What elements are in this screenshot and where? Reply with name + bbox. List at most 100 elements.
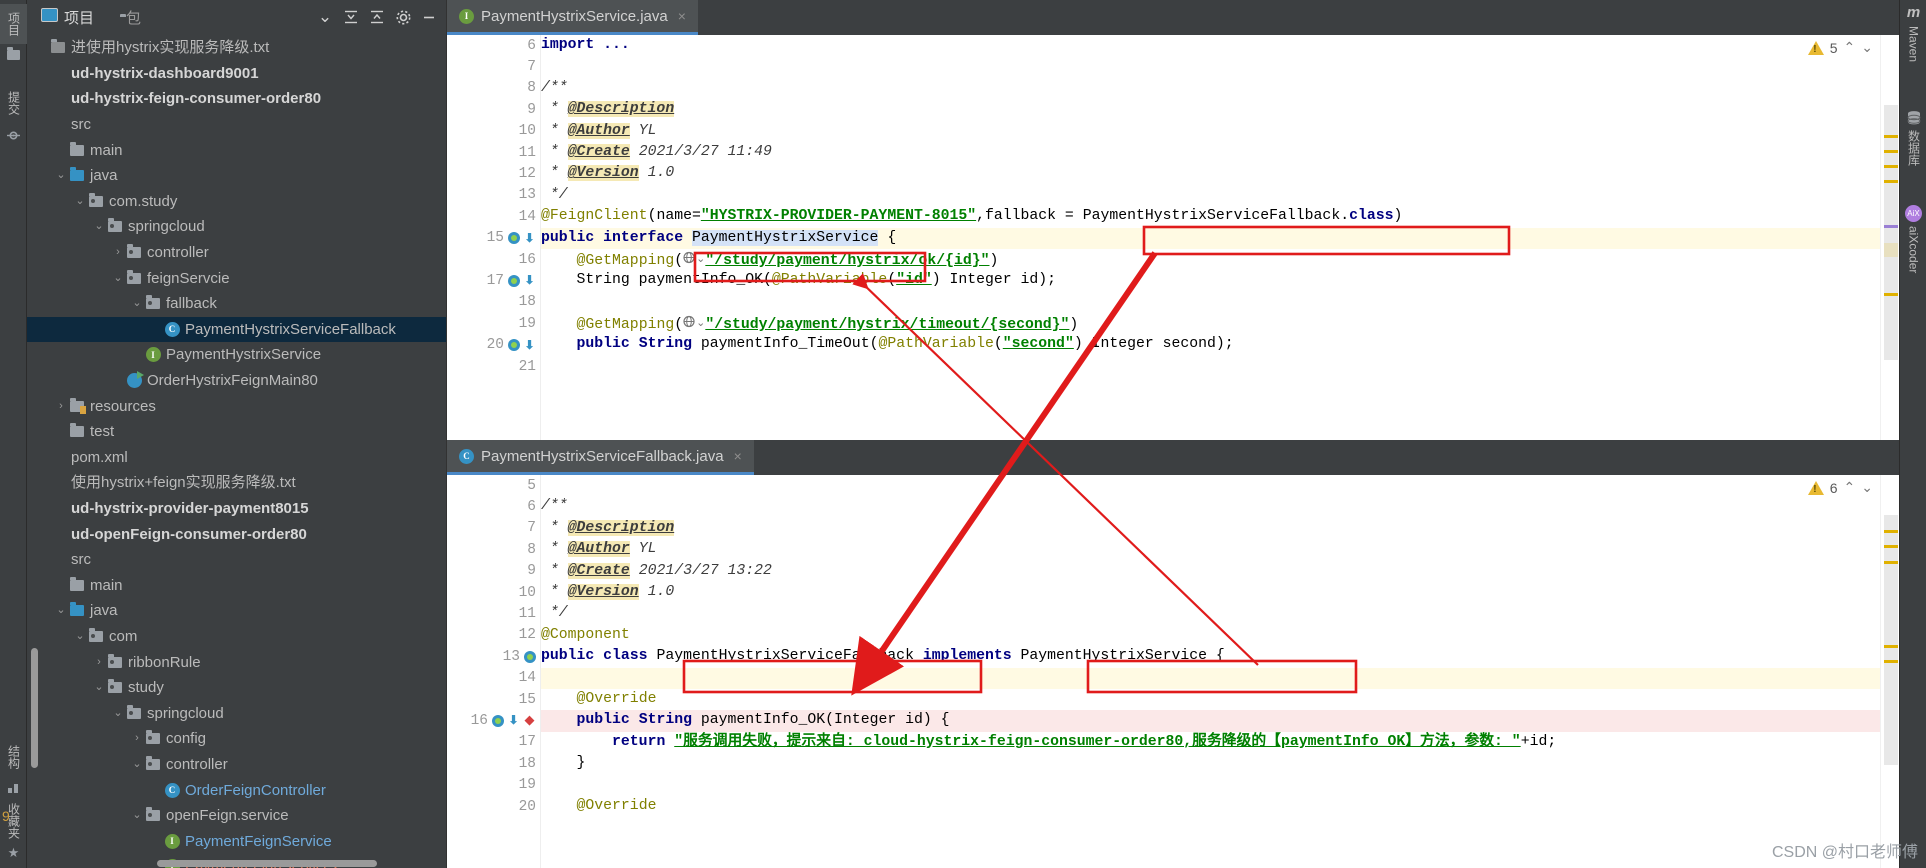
project-view-tab[interactable]: 项目 <box>35 5 100 30</box>
tree-item[interactable]: OrderHystrixFeignMain80 <box>27 368 446 394</box>
code-line[interactable]: @FeignClient(name="HYSTRIX-PROVIDER-PAYM… <box>541 206 1880 227</box>
chevron-down-icon[interactable]: ⌄ <box>73 195 87 207</box>
code-line[interactable]: * @Version 1.0 <box>541 582 1880 603</box>
tree-item[interactable]: 进使用hystrix实现服务降级.txt <box>27 35 446 61</box>
code-line[interactable]: * @Author YL <box>541 121 1880 142</box>
tree-item[interactable]: › resources <box>27 393 446 419</box>
next-problem-icon[interactable]: ⌄ <box>1861 39 1873 56</box>
code-view-top[interactable]: 6 7 8 9 10 11 12 13 14 15 ⬇ 16 17 ⬇ 18 19 20 ⬇ 21 import .… <box>447 35 1899 440</box>
implemented-method-gutter-icon[interactable] <box>523 650 536 663</box>
chevron-down-icon[interactable]: ⌄ <box>73 630 87 642</box>
hide-panel-icon[interactable] <box>418 6 440 28</box>
star-icon[interactable]: ★ <box>0 844 27 862</box>
chevron-down-icon[interactable]: ⌄ <box>314 6 336 28</box>
sidebar-item-structure[interactable]: 结构 <box>0 736 27 778</box>
next-problem-icon[interactable]: ⌄ <box>1861 479 1873 496</box>
implemented-method-gutter-icon[interactable] <box>507 339 520 352</box>
code-line[interactable]: String paymentInfo_OK(@PathVariable("id"… <box>541 270 1880 291</box>
implemented-method-gutter-icon[interactable] <box>491 714 504 727</box>
chevron-down-icon[interactable]: ⌄ <box>130 758 144 770</box>
code-line[interactable]: /** <box>541 496 1880 517</box>
database-tool-label[interactable]: 数据库 <box>1907 130 1921 166</box>
tree-item[interactable]: ⌄ springcloud <box>27 214 446 240</box>
tree-item[interactable]: ⌄ openFeign.service <box>27 803 446 829</box>
tree-item[interactable]: ⌄ com.study <box>27 189 446 215</box>
code-view-bottom[interactable]: 5 6 7 8 9 10 11 12 13 14 15 16 ⬇ ◆ 17 18 19 20 /** * @Des… <box>447 475 1899 868</box>
gutter-bottom[interactable]: 5 6 7 8 9 10 11 12 13 14 15 16 ⬇ ◆ 17 18 19 20 <box>447 475 541 868</box>
web-mapping-icon[interactable]: ⌄ <box>683 313 705 335</box>
code-line[interactable]: @GetMapping(⌄"/study/payment/hystrix/ok/… <box>541 249 1880 270</box>
tree-item[interactable]: ud-openFeign-consumer-order80 <box>27 521 446 547</box>
code-line[interactable] <box>541 475 1880 496</box>
tree-item[interactable]: 使用hystrix+feign实现服务降级.txt <box>27 470 446 496</box>
tree-item[interactable]: ⌄ java <box>27 598 446 624</box>
chevron-down-icon[interactable]: ⌄ <box>54 605 68 616</box>
code-line[interactable] <box>541 667 1880 689</box>
tab-payment-hystrix-service[interactable]: I PaymentHystrixService.java × <box>447 0 698 35</box>
node-icon[interactable] <box>0 124 27 146</box>
tree-item[interactable]: I PaymentHystrixService <box>27 342 446 368</box>
implemented-method-gutter-icon[interactable] <box>507 274 520 287</box>
chevron-down-icon[interactable]: ⌄ <box>54 170 68 181</box>
code-line[interactable]: */ <box>541 603 1880 624</box>
tree-item[interactable]: main <box>27 572 446 598</box>
tree-item[interactable]: test <box>27 419 446 445</box>
tree-item[interactable]: ud-hystrix-dashboard9001 <box>27 61 446 87</box>
implementing-method-gutter-icon[interactable]: ⬇ <box>523 232 536 246</box>
implementing-method-gutter-icon[interactable]: ⬇ <box>507 714 520 728</box>
prev-problem-icon[interactable]: ⌃ <box>1844 479 1856 496</box>
tree-item[interactable]: pom.xml <box>27 445 446 471</box>
chevron-down-icon[interactable]: ⌄ <box>92 221 106 232</box>
code-line[interactable]: } <box>541 753 1880 774</box>
chevron-down-icon[interactable]: ⌄ <box>111 707 125 719</box>
settings-gear-icon[interactable] <box>392 6 414 28</box>
sidebar-item-project[interactable]: 项目 <box>0 4 27 44</box>
tree-item[interactable]: src <box>27 547 446 573</box>
code-line[interactable]: * @Create 2021/3/27 11:49 <box>541 142 1880 163</box>
code-line[interactable]: * @Description <box>541 99 1880 120</box>
tab-payment-hystrix-service-fallback[interactable]: C PaymentHystrixServiceFallback.java × <box>447 440 754 475</box>
code-line[interactable]: @GetMapping(⌄"/study/payment/hystrix/tim… <box>541 313 1880 334</box>
error-stripe-top[interactable] <box>1880 35 1899 440</box>
code-line[interactable]: public interface PaymentHystrixService { <box>541 227 1880 249</box>
close-icon[interactable]: × <box>678 8 686 24</box>
sidebar-item-commit[interactable]: 提交 <box>0 82 27 124</box>
tree-item[interactable]: main <box>27 137 446 163</box>
tree-item[interactable]: I PaymentFeignService <box>27 828 446 854</box>
web-mapping-icon[interactable]: ⌄ <box>683 249 705 271</box>
tree-item[interactable]: src <box>27 112 446 138</box>
folder-icon[interactable] <box>0 44 27 66</box>
code-line[interactable]: return "服务调用失败，提示来自: cloud-hystrix-feign… <box>541 732 1880 753</box>
code-line[interactable]: /** <box>541 78 1880 99</box>
chevron-down-icon[interactable]: ⌄ <box>130 810 144 821</box>
prev-problem-icon[interactable]: ⌃ <box>1844 39 1856 56</box>
tree-item[interactable]: ⌄ fallback <box>27 291 446 317</box>
tree-item[interactable]: ⌄ java <box>27 163 446 189</box>
gutter-top[interactable]: 6 7 8 9 10 11 12 13 14 15 ⬇ 16 17 ⬇ 18 19 20 ⬇ 21 <box>447 35 541 440</box>
inspection-status-bottom[interactable]: 6 ⌃ ⌄ <box>1807 479 1873 496</box>
expand-all-icon[interactable] <box>340 6 362 28</box>
package-view-tab[interactable]: 包 <box>114 5 147 30</box>
close-icon[interactable]: × <box>734 448 742 464</box>
chevron-right-icon[interactable]: › <box>92 656 106 668</box>
code-line[interactable]: public String paymentInfo_OK(Integer id)… <box>541 710 1880 732</box>
tree-item[interactable]: › config <box>27 726 446 752</box>
structure-icon[interactable] <box>0 778 27 798</box>
code-line[interactable]: @Override <box>541 689 1880 710</box>
code-line[interactable] <box>541 356 1880 377</box>
tree-item[interactable]: ⌄ springcloud <box>27 700 446 726</box>
project-horizontal-scrollbar[interactable] <box>157 860 377 867</box>
project-tree[interactable]: 进使用hystrix实现服务降级.txt ud-hystrix-dashboard… <box>27 34 446 868</box>
tree-item[interactable]: ud-hystrix-feign-consumer-order80 <box>27 86 446 112</box>
error-stripe-bottom[interactable] <box>1880 475 1899 868</box>
code-line[interactable]: * @Author YL <box>541 539 1880 560</box>
code-line[interactable]: import ... <box>541 35 1880 56</box>
code-line[interactable]: public String paymentInfo_TimeOut(@PathV… <box>541 334 1880 355</box>
chevron-right-icon[interactable]: › <box>111 247 125 258</box>
chevron-down-icon[interactable]: ⌄ <box>111 272 125 284</box>
code-line[interactable]: @Component <box>541 625 1880 646</box>
code-line[interactable] <box>541 774 1880 795</box>
chevron-down-icon[interactable]: ⌄ <box>130 298 144 309</box>
tree-item[interactable]: C PaymentHystrixServiceFallback <box>27 316 446 343</box>
code-line[interactable]: * @Version 1.0 <box>541 163 1880 184</box>
